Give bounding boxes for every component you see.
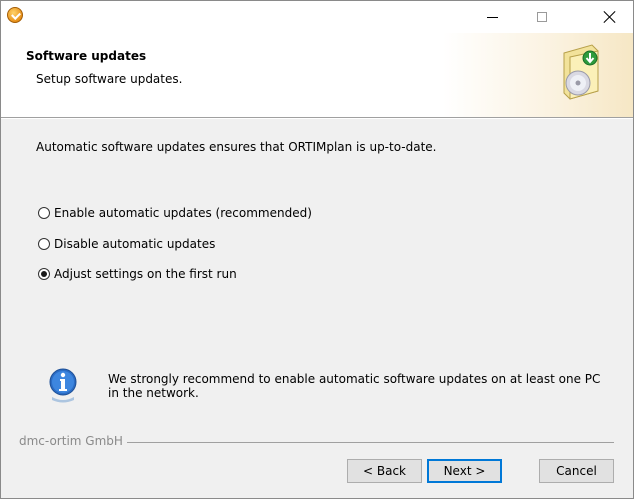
app-icon[interactable]	[7, 7, 23, 23]
radio-button[interactable]	[38, 207, 50, 219]
cancel-button[interactable]: Cancel	[539, 459, 614, 483]
minimize-icon	[486, 16, 498, 18]
radio-label[interactable]: Disable automatic updates	[54, 237, 215, 251]
setup-wizard-window: Software updates Setup software updates.…	[0, 0, 634, 499]
info-icon	[49, 368, 77, 403]
radio-label[interactable]: Enable automatic updates (recommended)	[54, 206, 312, 220]
page-subtitle: Setup software updates.	[36, 72, 183, 86]
minimize-button[interactable]	[469, 1, 515, 33]
page-title: Software updates	[26, 49, 147, 63]
info-message: We strongly recommend to enable automati…	[108, 372, 601, 400]
vendor-label: dmc-ortim GmbH	[19, 434, 127, 448]
close-icon	[603, 10, 617, 24]
maximize-button[interactable]	[519, 1, 565, 33]
setup-box-icon	[563, 44, 599, 100]
radio-enable-updates[interactable]: Enable automatic updates (recommended)	[38, 206, 312, 220]
back-button[interactable]: < Back	[347, 459, 422, 483]
next-button[interactable]: Next >	[427, 459, 502, 483]
header-banner	[443, 33, 633, 117]
radio-disable-updates[interactable]: Disable automatic updates	[38, 237, 215, 251]
intro-text: Automatic software updates ensures that …	[36, 140, 437, 154]
close-button[interactable]	[587, 1, 633, 33]
maximize-icon	[537, 12, 547, 22]
wizard-header: Software updates Setup software updates.	[1, 33, 633, 117]
title-bar[interactable]	[1, 1, 633, 33]
radio-label[interactable]: Adjust settings on the first run	[54, 267, 237, 281]
radio-button-selected[interactable]	[38, 268, 50, 280]
header-divider-highlight	[1, 118, 633, 119]
radio-adjust-first-run[interactable]: Adjust settings on the first run	[38, 267, 237, 281]
radio-button[interactable]	[38, 238, 50, 250]
